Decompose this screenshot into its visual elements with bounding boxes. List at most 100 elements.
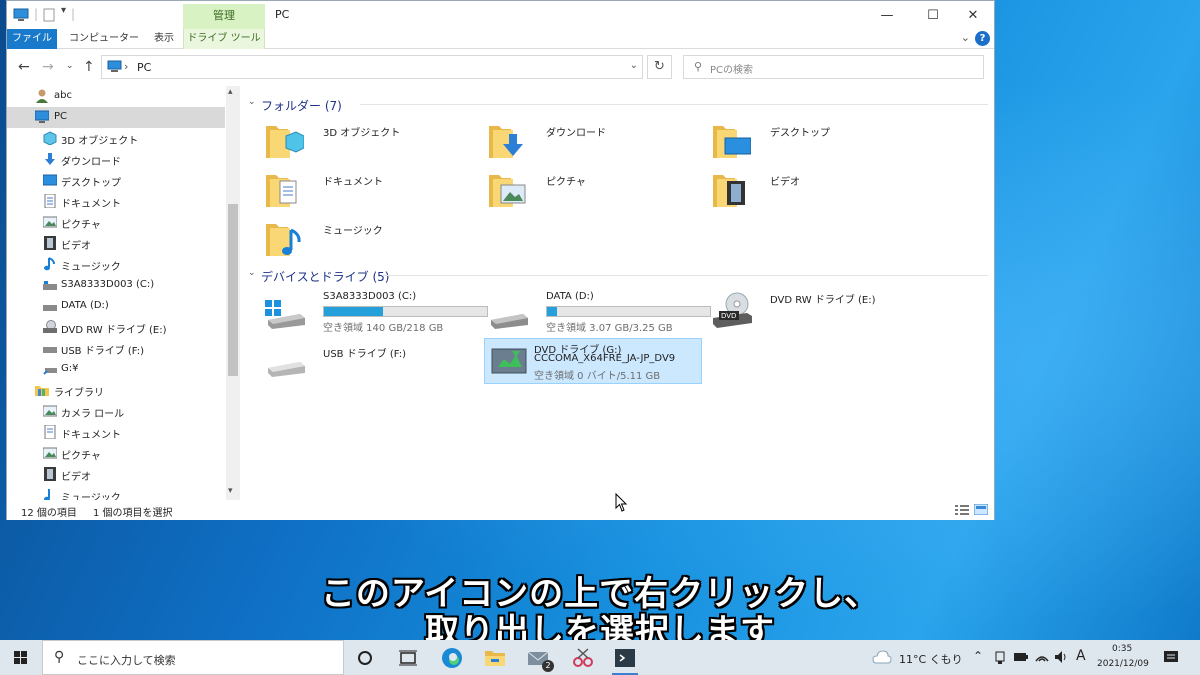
- sidebar-item-lib-music[interactable]: ミュージック: [7, 485, 225, 500]
- item-count: 12 個の項目: [21, 508, 77, 519]
- search-input[interactable]: PCの検索: [710, 61, 753, 76]
- forward-arrow-icon[interactable]: →: [42, 59, 54, 75]
- sidebar-item-pictures[interactable]: ピクチャ: [7, 212, 225, 233]
- snipping-tool-icon[interactable]: [570, 645, 596, 671]
- scrollbar-thumb[interactable]: [228, 204, 238, 376]
- scroll-down-icon[interactable]: ▾: [228, 486, 233, 496]
- sidebar-item-desktop[interactable]: デスクトップ: [7, 170, 225, 191]
- sidebar-item-drive-c[interactable]: S3A8333D003 (C:): [7, 275, 225, 296]
- volume-icon[interactable]: [1053, 649, 1069, 665]
- wifi-icon[interactable]: [1034, 649, 1050, 665]
- sidebar-scrollbar[interactable]: ▴ ▾: [226, 86, 240, 500]
- ime-indicator[interactable]: A: [1076, 648, 1086, 664]
- edge-browser-icon[interactable]: [439, 645, 465, 671]
- scroll-up-icon[interactable]: ▴: [228, 87, 233, 97]
- show-hidden-icons-icon[interactable]: ⌃: [973, 649, 983, 663]
- sidebar-item-drive-f[interactable]: USB ドライブ (F:): [7, 338, 225, 359]
- tiles-view-icon[interactable]: [974, 504, 988, 515]
- back-arrow-icon[interactable]: ←: [18, 59, 30, 75]
- title-bar[interactable]: | ▾ | 管理 PC — ☐ ✕: [7, 1, 994, 29]
- folder-3d-objects[interactable]: 3D オブジェクト: [260, 116, 478, 162]
- sidebar-item-drive-d[interactable]: DATA (D:): [7, 296, 225, 317]
- battery-icon[interactable]: [1013, 651, 1029, 663]
- folder-documents[interactable]: ドキュメント: [260, 165, 478, 211]
- sidebar-item-camera-roll[interactable]: カメラ ロール: [7, 401, 225, 422]
- video-icon: [44, 467, 56, 481]
- sidebar-item-music[interactable]: ミュージック: [7, 254, 225, 275]
- drive-f[interactable]: USB ドライブ (F:): [260, 338, 490, 384]
- sidebar-item-lib-pictures[interactable]: ピクチャ: [7, 443, 225, 464]
- tab-view[interactable]: 表示: [145, 29, 183, 49]
- tab-drive-tools[interactable]: ドライブ ツール: [183, 29, 265, 49]
- address-bar[interactable]: › PC ⌄: [101, 55, 643, 79]
- devices-group-header[interactable]: ⌄ デバイスとドライブ (5): [248, 266, 988, 284]
- folder-videos[interactable]: ビデオ: [707, 165, 925, 211]
- address-dropdown-icon[interactable]: ⌄: [630, 60, 638, 71]
- help-icon[interactable]: ?: [975, 31, 990, 46]
- document-icon: [44, 194, 56, 208]
- video-icon: [44, 236, 56, 250]
- sidebar-item-documents[interactable]: ドキュメント: [7, 191, 225, 212]
- folder-desktop[interactable]: デスクトップ: [707, 116, 925, 162]
- details-view-icon[interactable]: [955, 504, 969, 515]
- sidebar-item-downloads[interactable]: ダウンロード: [7, 149, 225, 170]
- download-arrow-icon: [45, 153, 55, 165]
- folder-music[interactable]: ミュージック: [260, 214, 478, 260]
- drive-g-selected[interactable]: DVD ドライブ (G:) CCCOMA_X64FRE_JA-JP_DV9 空き…: [484, 338, 702, 384]
- clock-date[interactable]: 2021/12/09: [1097, 659, 1149, 669]
- drive-e[interactable]: DVD DVD RW ドライブ (E:): [707, 288, 937, 334]
- close-button[interactable]: ✕: [953, 1, 993, 29]
- refresh-button[interactable]: ↻: [647, 55, 672, 79]
- folder-documents-icon: [266, 175, 297, 207]
- search-icon: ⚲: [54, 649, 65, 665]
- divider: [382, 275, 988, 276]
- separator: |: [71, 7, 76, 21]
- customize-quick-access-icon[interactable]: ▾: [61, 5, 66, 16]
- expand-ribbon-icon[interactable]: ⌄: [961, 31, 970, 44]
- sidebar-item-libraries[interactable]: ライブラリ: [7, 380, 225, 401]
- sidebar-item-3d-objects[interactable]: 3D オブジェクト: [7, 128, 225, 149]
- clock-time[interactable]: 0:35: [1112, 644, 1132, 654]
- selection-count: 1 個の項目を選択: [93, 508, 173, 519]
- cloud-icon: [872, 650, 892, 664]
- breadcrumb[interactable]: PC: [137, 61, 151, 74]
- folder-videos-icon: [713, 175, 745, 207]
- properties-icon[interactable]: [43, 8, 55, 22]
- terminal-app-icon[interactable]: [612, 645, 638, 671]
- folder-pictures[interactable]: ピクチャ: [483, 165, 701, 211]
- windows-drive-icon: [265, 300, 305, 329]
- sidebar-item-drive-g[interactable]: G:¥: [7, 359, 225, 380]
- file-explorer-icon[interactable]: [482, 645, 508, 671]
- windows-start-icon[interactable]: [0, 640, 42, 675]
- taskbar-search-input[interactable]: ここに入力して検索: [77, 652, 176, 668]
- tab-computer[interactable]: コンピューター: [63, 29, 145, 49]
- folder-downloads[interactable]: ダウンロード: [483, 116, 701, 162]
- cortana-icon[interactable]: [352, 645, 378, 671]
- weather-text[interactable]: 11°C くもり: [899, 651, 963, 667]
- minimize-button[interactable]: —: [867, 1, 907, 29]
- usb-eject-icon[interactable]: [993, 650, 1007, 666]
- sidebar-item-videos[interactable]: ビデオ: [7, 233, 225, 254]
- sidebar-item-lib-documents[interactable]: ドキュメント: [7, 422, 225, 443]
- drive-c[interactable]: S3A8333D003 (C:) 空き領域 140 GB/218 GB: [260, 288, 490, 334]
- navigation-pane: abc PC 3D オブジェクト ダウンロード デスクトップ ドキュメント ピク…: [7, 86, 241, 500]
- recent-locations-icon[interactable]: ⌄: [66, 61, 74, 71]
- collapse-chevron-icon[interactable]: ⌄: [248, 97, 256, 107]
- sidebar-item-pc[interactable]: PC: [7, 107, 225, 128]
- up-arrow-icon[interactable]: ↑: [83, 59, 95, 75]
- drive-d[interactable]: DATA (D:) 空き領域 3.07 GB/3.25 GB: [483, 288, 713, 334]
- taskbar-search-box[interactable]: ⚲ ここに入力して検索: [42, 640, 344, 675]
- usb-drive-icon: [43, 347, 57, 353]
- collapse-chevron-icon[interactable]: ⌄: [248, 268, 256, 278]
- sidebar-item-drive-e[interactable]: DVD RW ドライブ (E:): [7, 317, 225, 338]
- tab-file[interactable]: ファイル: [7, 29, 57, 49]
- search-box[interactable]: ⚲ PCの検索: [683, 55, 984, 79]
- sidebar-item-lib-videos[interactable]: ビデオ: [7, 464, 225, 485]
- task-view-icon[interactable]: [395, 645, 421, 671]
- folders-group-header[interactable]: ⌄ フォルダー (7): [248, 95, 988, 113]
- maximize-button[interactable]: ☐: [913, 1, 953, 29]
- notifications-icon[interactable]: [1163, 650, 1179, 664]
- user-icon: [36, 89, 48, 103]
- sidebar-item-user[interactable]: abc: [7, 86, 225, 107]
- breadcrumb-chevron-icon[interactable]: ›: [124, 60, 128, 73]
